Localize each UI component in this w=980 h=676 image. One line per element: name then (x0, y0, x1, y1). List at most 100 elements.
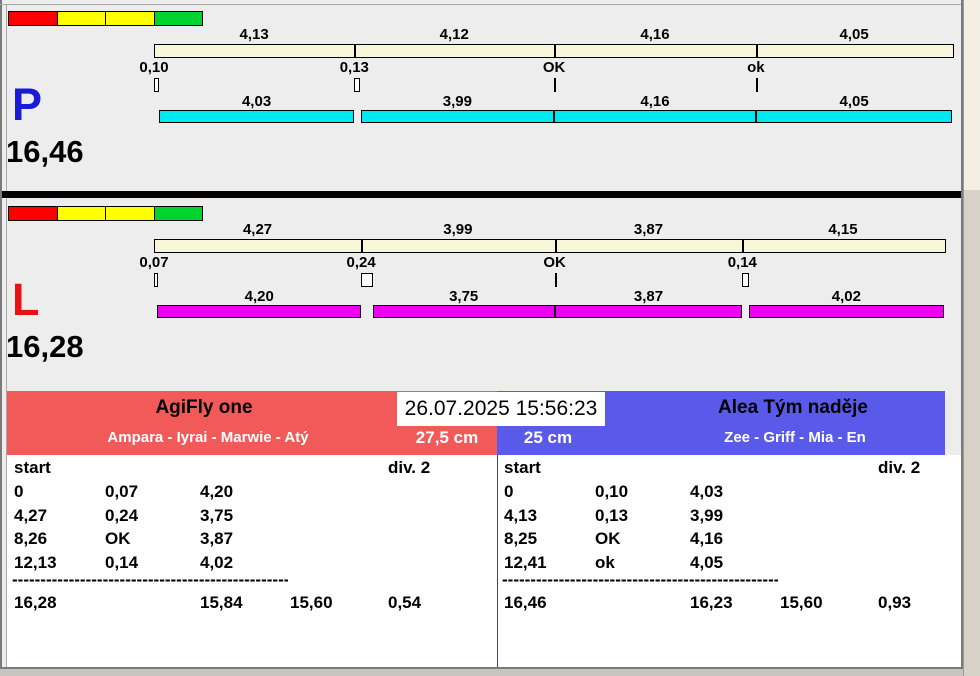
result-cell: 4,20 (200, 482, 234, 501)
total-cell: 0,54 (388, 593, 422, 612)
exchange-time-label: 0,14 (727, 254, 757, 271)
result-cell: 0 (14, 482, 24, 501)
division-label: div. 2 (878, 458, 921, 477)
run-split-label: 4,20 (244, 288, 274, 305)
result-cell: 12,41 (504, 553, 547, 572)
run-bar-segment (360, 110, 555, 123)
start-light-cell (57, 207, 106, 220)
start-light-cell (154, 12, 202, 25)
pace-split-label: 4,13 (239, 26, 269, 43)
exchange-gap-box (742, 273, 750, 287)
exchange-gap-box (154, 78, 159, 92)
division-label: div. 2 (388, 458, 431, 477)
result-cell: 0,14 (105, 553, 139, 572)
exchange-time-label: 0,13 (339, 59, 369, 76)
col-header-start: start (504, 458, 541, 477)
size-category-right: 25 cm (523, 428, 573, 447)
lane-letter: L (12, 274, 40, 325)
start-light-cell (9, 12, 58, 25)
pace-bar-divider (361, 240, 364, 252)
lane-total-time: 16,28 (6, 329, 84, 364)
team-right-members: Zee - Griff - Mia - En (724, 429, 866, 446)
total-cell: 15,60 (780, 593, 823, 612)
lane-panel-p: 4,13 4,12 4,16 4,05 0,10 0,13 OK ok 4,03 3,99 4,16… (0, 4, 963, 191)
team-right-name: Alea Tým naděje (718, 397, 868, 418)
dashed-separator: ----------------------------------------… (502, 572, 778, 588)
background-window-fragment (964, 0, 980, 190)
pace-split-label: 4,15 (828, 221, 858, 238)
run-bar-segment (158, 110, 355, 123)
col-header-start: start (14, 458, 51, 477)
run-split-label: 4,02 (831, 288, 861, 305)
total-cell: 15,84 (200, 593, 243, 612)
pace-bar-divider (755, 45, 758, 57)
datetime-display: 26.07.2025 15:56:23 (397, 392, 605, 426)
pace-split-label: 4,27 (242, 221, 273, 238)
result-block-right: start div. 2 0 0,10 4,03 4,13 0,13 3,99 8,25 OK 4,… (498, 455, 958, 667)
team-left-name: AgiFly one (155, 397, 253, 418)
lane-panel-l: 4,27 3,99 3,87 4,15 0,07 0,24 OK 0,14 4,20 3,75 3,… (0, 199, 963, 386)
start-light-cell (9, 207, 58, 220)
result-cell: 3,75 (200, 506, 234, 525)
run-bar-segment (372, 305, 555, 318)
pace-split-label: 4,12 (439, 26, 469, 43)
dashed-separator: ----------------------------------------… (12, 572, 288, 588)
exchange-time-label: 0,24 (346, 254, 376, 271)
pace-split-label: 3,99 (443, 221, 473, 238)
result-cell: 0,24 (105, 506, 139, 525)
result-cell: 0,13 (595, 506, 629, 525)
result-cell: 8,26 (14, 529, 48, 548)
run-split-label: 3,99 (442, 93, 472, 110)
pace-split-label: 4,16 (640, 26, 670, 43)
total-cell: 15,60 (290, 593, 333, 612)
result-cell: 4,02 (200, 553, 234, 572)
size-category-left: 27,5 cm (415, 428, 479, 447)
result-cell: 3,87 (200, 529, 234, 548)
total-cell: 16,28 (14, 593, 57, 612)
screen: 4,13 4,12 4,16 4,05 0,10 0,13 OK ok 4,03 3,99 4,16… (0, 0, 980, 676)
exchange-time-label: ok (747, 59, 765, 76)
start-light-cell (57, 12, 106, 25)
result-cell: 4,05 (690, 553, 724, 572)
result-cell: ok (595, 553, 615, 572)
lane-letter: P (12, 79, 43, 130)
start-light-strip (8, 206, 203, 221)
pace-split-label: 3,87 (633, 221, 664, 238)
start-light-strip (8, 11, 203, 26)
run-split-label: 4,05 (839, 93, 869, 110)
run-split-label: 3,75 (449, 288, 479, 305)
exchange-ok-tick (554, 78, 557, 92)
panel-separator (2, 191, 961, 198)
lane-total-time: 16,46 (6, 134, 84, 169)
exchange-time-label: OK (543, 254, 566, 271)
pace-bar-divider (742, 240, 745, 252)
result-cell: 4,16 (690, 529, 724, 548)
background-window-fragment-bottom (0, 669, 963, 676)
result-cell: 12,13 (14, 553, 57, 572)
exchange-ok-tick (554, 273, 557, 287)
exchange-time-label: 0,07 (139, 254, 169, 271)
exchange-gap-box (361, 273, 374, 287)
exchange-gap-box (154, 273, 158, 287)
result-cell: 0,10 (595, 482, 629, 501)
exchange-time-label: 0,10 (139, 59, 169, 76)
run-bar-segment (554, 110, 756, 123)
result-cell: 8,25 (504, 529, 538, 548)
pace-bar-divider (554, 45, 557, 57)
run-bar-segment (554, 305, 743, 318)
exchange-gap-box (354, 78, 361, 92)
team-left-members: Ampara - Iyrai - Marwie - Atý (107, 429, 309, 446)
pace-split-label: 4,05 (839, 26, 869, 43)
run-bar-segment (755, 110, 953, 123)
result-cell: OK (105, 529, 131, 548)
exchange-time-label: OK (542, 59, 566, 76)
result-cell: 3,99 (690, 506, 724, 525)
run-split-label: 4,16 (640, 93, 670, 110)
pace-bar-divider (554, 240, 557, 252)
total-cell: 0,93 (878, 593, 912, 612)
run-bar-segment (749, 305, 944, 318)
result-cell: 0,07 (105, 482, 139, 501)
total-cell: 16,23 (690, 593, 733, 612)
result-cell: 0 (504, 482, 514, 501)
pace-bar (154, 44, 955, 58)
